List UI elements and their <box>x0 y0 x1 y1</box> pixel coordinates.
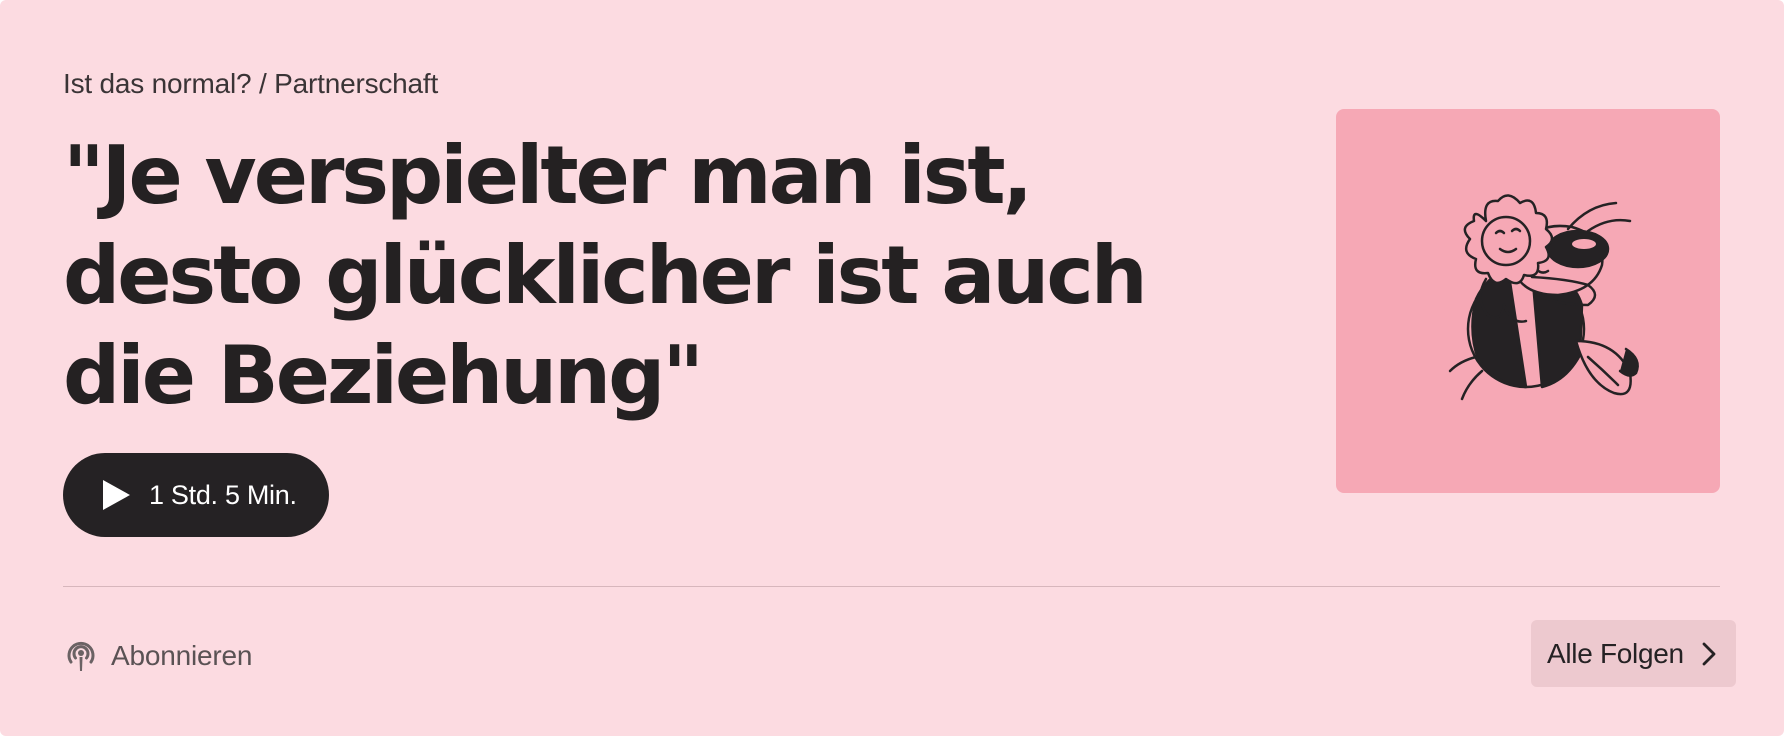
podcast-icon <box>67 641 95 671</box>
play-button[interactable]: 1 Std. 5 Min. <box>63 453 329 537</box>
all-episodes-button[interactable]: Alle Folgen <box>1531 620 1736 687</box>
episode-title[interactable]: "Je verspielter man ist, desto glücklich… <box>63 126 1283 426</box>
all-episodes-label: Alle Folgen <box>1547 637 1684 669</box>
play-icon <box>103 480 130 510</box>
subscribe-label: Abonnieren <box>111 640 253 671</box>
podcast-episode-card: Ist das normal? / Partnerschaft "Je vers… <box>0 0 1784 736</box>
subscribe-button[interactable]: Abonnieren <box>63 636 252 676</box>
episode-artwork <box>1336 109 1720 493</box>
episode-duration: 1 Std. 5 Min. <box>149 479 297 510</box>
flower-bee-illustration-icon <box>1448 194 1639 401</box>
divider <box>63 586 1720 587</box>
breadcrumb[interactable]: Ist das normal? / Partnerschaft <box>63 68 438 100</box>
chevron-right-icon <box>1702 642 1716 665</box>
